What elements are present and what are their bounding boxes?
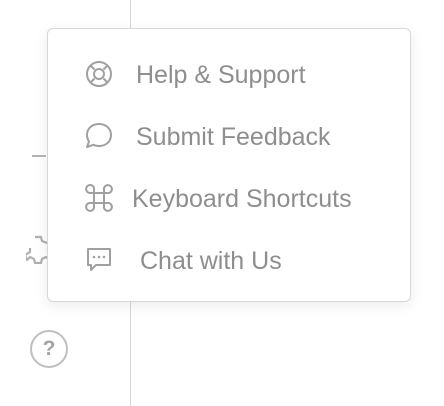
help-icon[interactable]: ?	[30, 330, 68, 368]
command-key-icon	[83, 182, 115, 214]
lifebuoy-icon	[83, 58, 115, 90]
menu-item-keyboard-shortcuts[interactable]: Keyboard Shortcuts	[48, 171, 410, 223]
chat-dots-icon	[83, 244, 115, 276]
menu-item-help-support[interactable]: Help & Support	[48, 47, 410, 99]
menu-item-chat-with-us-label: Chat with Us	[140, 247, 282, 275]
menu-item-chat-with-us[interactable]: Chat with Us	[48, 233, 410, 285]
sidebar-tick	[32, 155, 46, 157]
menu-item-submit-feedback[interactable]: Submit Feedback	[48, 109, 410, 161]
menu-item-help-support-label: Help & Support	[136, 61, 306, 89]
speech-bubble-icon	[83, 120, 115, 152]
menu-item-keyboard-shortcuts-label: Keyboard Shortcuts	[132, 185, 352, 213]
help-menu: Help & Support Submit Feedback Keyboard …	[47, 28, 411, 302]
help-glyph: ?	[42, 337, 56, 360]
menu-item-submit-feedback-label: Submit Feedback	[136, 123, 331, 151]
